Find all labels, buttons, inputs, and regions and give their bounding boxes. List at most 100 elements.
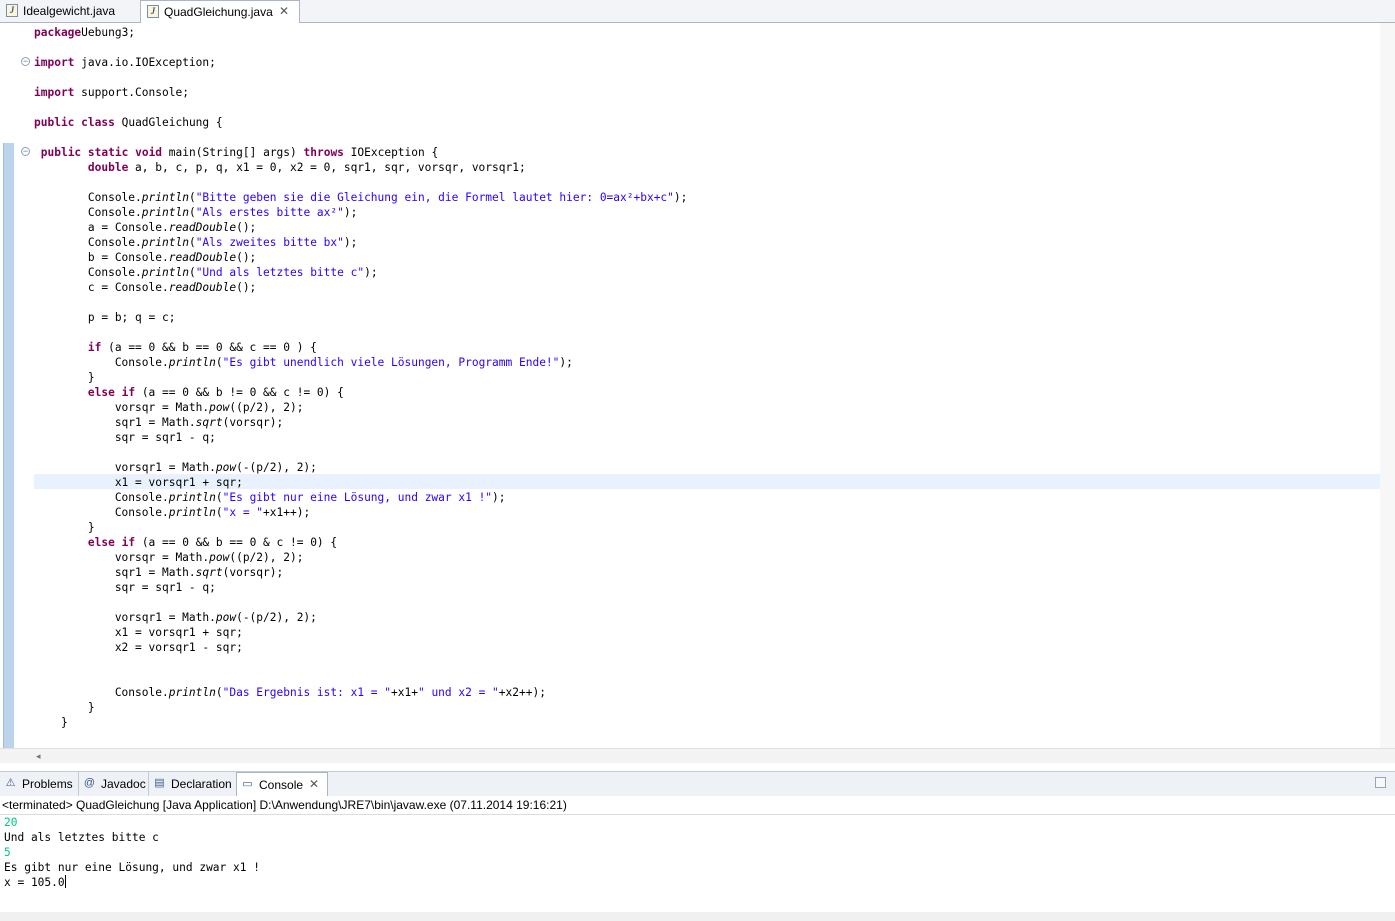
- code-line[interactable]: sqr1 = Math.sqrt(vorsqr);: [34, 565, 687, 580]
- code-line[interactable]: Console.println("Und als letztes bitte c…: [34, 265, 687, 280]
- code-line[interactable]: public class QuadGleichung {: [34, 115, 687, 130]
- code-line[interactable]: sqr = sqr1 - q;: [34, 430, 687, 445]
- code-line[interactable]: Console.println("Als zweites bitte bx");: [34, 235, 687, 250]
- code-editor[interactable]: − − packageUebung3; import java.io.IOExc…: [0, 23, 1395, 751]
- code-line[interactable]: [34, 40, 687, 55]
- code-token: Console.: [34, 191, 142, 204]
- console-output-line: Und als letztes bitte c: [4, 831, 159, 844]
- code-token: x1 = vorsqr1 + sqr;: [34, 626, 243, 639]
- code-token: "Als erstes bitte ax²": [195, 206, 344, 219]
- code-text[interactable]: packageUebung3; import java.io.IOExcepti…: [34, 25, 687, 730]
- code-line[interactable]: [34, 295, 687, 310]
- code-line[interactable]: [34, 70, 687, 85]
- code-line[interactable]: [34, 595, 687, 610]
- code-line[interactable]: p = b; q = c;: [34, 310, 687, 325]
- code-token: if: [87, 341, 102, 354]
- code-line[interactable]: Console.println("Das Ergebnis ist: x1 = …: [34, 685, 687, 700]
- code-token: }: [34, 371, 95, 384]
- code-token: package: [34, 26, 82, 39]
- code-line[interactable]: public static void main(String[] args) t…: [34, 145, 687, 160]
- tab-quadgleichung-java[interactable]: J QuadGleichung.java ✕: [140, 0, 300, 23]
- console-horizontal-scrollbar[interactable]: [0, 912, 1395, 921]
- code-token: c = Console.: [34, 281, 169, 294]
- tab-javadoc[interactable]: @ Javadoc: [79, 772, 149, 796]
- code-token: Console.: [34, 686, 169, 699]
- code-token: readDouble: [168, 251, 237, 264]
- code-line[interactable]: Console.println("Es gibt nur eine Lösung…: [34, 490, 687, 505]
- close-tab-icon[interactable]: ✕: [309, 773, 319, 796]
- code-line[interactable]: else if (a == 0 && b == 0 & c != 0) {: [34, 535, 687, 550]
- code-line[interactable]: b = Console.readDouble();: [34, 250, 687, 265]
- code-line[interactable]: Console.println("Bitte geben sie die Gle…: [34, 190, 688, 205]
- code-line[interactable]: }: [34, 700, 687, 715]
- code-line[interactable]: [34, 445, 687, 460]
- fold-collapse-icon[interactable]: −: [21, 147, 30, 156]
- code-token: support.Console;: [74, 86, 189, 99]
- fold-collapse-icon[interactable]: −: [21, 57, 30, 66]
- code-line[interactable]: Console.println("Als erstes bitte ax²");: [34, 205, 687, 220]
- code-line[interactable]: packageUebung3;: [34, 25, 687, 40]
- code-line[interactable]: double a, b, c, p, q, x1 = 0, x2 = 0, sq…: [34, 160, 687, 175]
- code-line[interactable]: if (a == 0 && b == 0 && c == 0 ) {: [34, 340, 687, 355]
- code-line[interactable]: sqr1 = Math.sqrt(vorsqr);: [34, 415, 687, 430]
- scroll-left-icon[interactable]: ◂: [36, 749, 41, 763]
- code-line[interactable]: [34, 175, 687, 190]
- code-line[interactable]: x1 = vorsqr1 + sqr;: [34, 625, 687, 640]
- code-token: Console.: [34, 206, 142, 219]
- code-line[interactable]: [34, 100, 687, 115]
- tab-label: Declaration: [171, 777, 232, 791]
- code-token: (: [188, 266, 196, 279]
- code-line[interactable]: c = Console.readDouble();: [34, 280, 687, 295]
- code-line[interactable]: a = Console.readDouble();: [34, 220, 687, 235]
- code-token: b = Console.: [34, 251, 169, 264]
- code-line[interactable]: x1 = vorsqr1 + sqr;: [34, 475, 687, 490]
- code-token: vorsqr = Math.: [34, 401, 210, 414]
- code-line[interactable]: import support.Console;: [34, 85, 687, 100]
- code-line[interactable]: vorsqr = Math.pow((p/2), 2);: [34, 550, 687, 565]
- code-token: Console.: [34, 236, 142, 249]
- editor-vertical-scrollbar[interactable]: [1380, 23, 1395, 748]
- code-line[interactable]: [34, 655, 687, 670]
- tab-problems[interactable]: ⚠ Problems: [0, 772, 79, 796]
- text-caret: [64, 875, 66, 888]
- code-line[interactable]: import java.io.IOException;: [34, 55, 687, 70]
- code-line[interactable]: }: [34, 715, 687, 730]
- code-line[interactable]: }: [34, 370, 687, 385]
- code-line[interactable]: [34, 670, 687, 685]
- console-icon: ▭: [242, 778, 253, 790]
- code-line[interactable]: }: [34, 520, 687, 535]
- tab-idealgewicht-java[interactable]: J Idealgewicht.java: [0, 0, 140, 22]
- code-line[interactable]: x2 = vorsqr1 - sqr;: [34, 640, 687, 655]
- console-output[interactable]: 20 Und als letztes bitte c 5 Es gibt nur ei…: [4, 815, 260, 890]
- code-token: );: [673, 191, 688, 204]
- close-tab-icon[interactable]: ✕: [279, 1, 289, 22]
- code-line[interactable]: vorsqr1 = Math.pow(-(p/2), 2);: [34, 610, 687, 625]
- code-token: );: [364, 266, 378, 279]
- code-token: pow: [209, 551, 230, 564]
- code-line[interactable]: sqr = sqr1 - q;: [34, 580, 687, 595]
- code-line[interactable]: vorsqr = Math.pow((p/2), 2);: [34, 400, 687, 415]
- console-description: <terminated> QuadGleichung [Java Applica…: [0, 796, 1395, 815]
- tab-console[interactable]: ▭ Console ✕: [236, 772, 328, 796]
- code-line[interactable]: [34, 325, 687, 340]
- code-token: println: [168, 686, 216, 699]
- code-token: Console.: [34, 506, 169, 519]
- code-token: ((p/2), 2);: [229, 551, 304, 564]
- code-token: Console.: [34, 491, 169, 504]
- code-line[interactable]: Console.println("x = "+x1++);: [34, 505, 687, 520]
- code-token: println: [141, 191, 189, 204]
- code-line[interactable]: else if (a == 0 && b != 0 && c != 0) {: [34, 385, 687, 400]
- code-token: (: [188, 191, 196, 204]
- code-token: main(String[] args): [162, 146, 304, 159]
- editor-horizontal-scrollbar[interactable]: ◂: [0, 748, 1395, 763]
- minimize-view-button[interactable]: [1375, 777, 1386, 788]
- code-line[interactable]: vorsqr1 = Math.pow(-(p/2), 2);: [34, 460, 687, 475]
- code-token: (: [215, 491, 223, 504]
- code-line[interactable]: Console.println("Es gibt unendlich viele…: [34, 355, 687, 370]
- code-token: (vorsqr);: [222, 566, 284, 579]
- code-token: sqr = sqr1 - q;: [34, 431, 216, 444]
- tab-declaration[interactable]: ▤ Declaration: [149, 772, 236, 796]
- code-line[interactable]: [34, 130, 687, 145]
